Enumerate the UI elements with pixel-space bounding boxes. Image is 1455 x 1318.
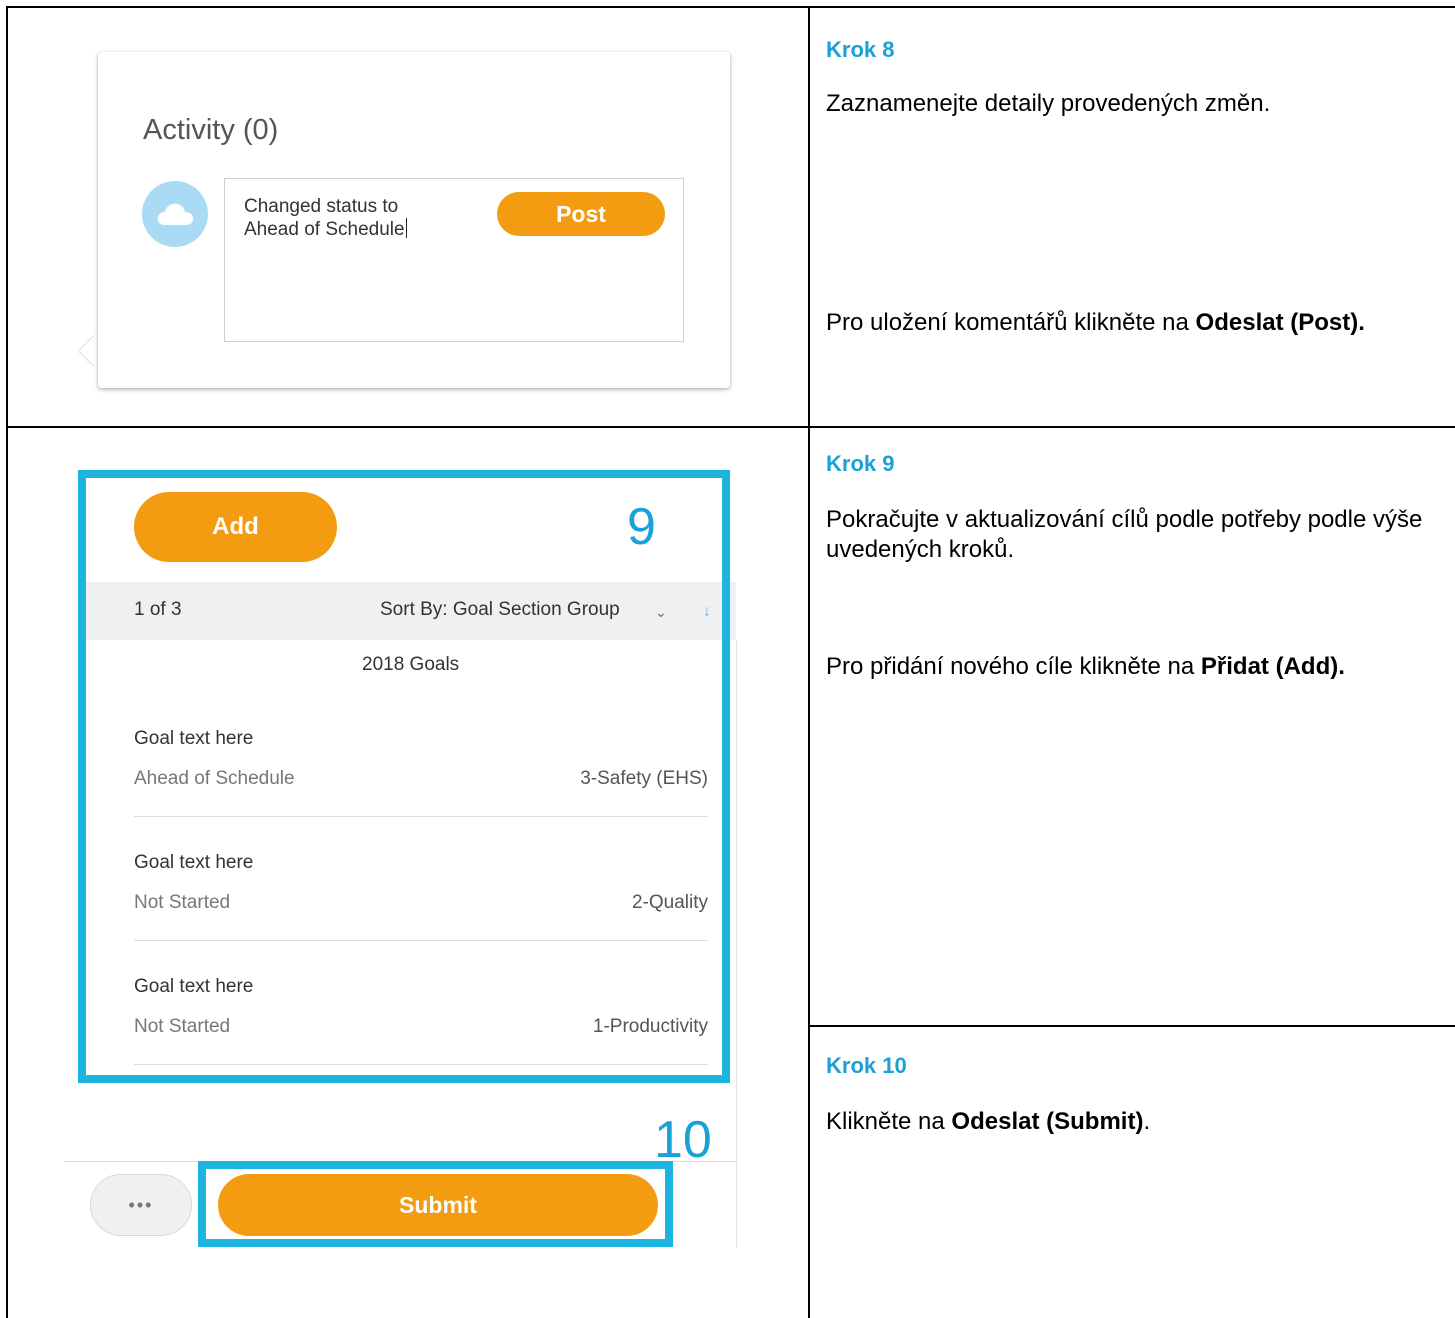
step-8-instruction: Pro uložení komentářů klikněte na Odesla… (826, 308, 1386, 338)
step-9-instruction-prefix: Pro přidání nového cíle klikněte na (826, 653, 1201, 680)
step-9-instruction-bold: Přidat (Add). (1200, 653, 1345, 680)
highlight-box-step-10 (198, 1161, 673, 1247)
comment-text: Changed status to Ahead of Schedule (244, 196, 464, 241)
step-8-instruction-bold: Odeslat (Post). (1195, 309, 1365, 336)
comment-line-2: Ahead of Schedule (244, 218, 464, 241)
table-row-divider-right (808, 1025, 1455, 1027)
step-8-text: Zaznamenejte detaily provedených změn. (826, 90, 1271, 117)
card-pointer-cover (98, 330, 118, 376)
step-10-title: Krok 10 (826, 1053, 907, 1078)
step-8-title: Krok 8 (826, 37, 895, 62)
panel-edge (736, 640, 737, 1248)
table-column-divider (808, 6, 810, 1318)
instruction-document: Activity (0) Changed status to Ahead of … (0, 0, 1455, 1318)
activity-title: Activity (0) (143, 114, 279, 146)
cloud-icon (157, 203, 194, 225)
highlight-box-step-9 (78, 470, 730, 1083)
step-10-text-suffix: . (1143, 1108, 1151, 1135)
more-options-button[interactable]: ••• (90, 1174, 192, 1236)
step-9-instruction: Pro přidání nového cíle klikněte na Přid… (826, 652, 1386, 682)
avatar (142, 181, 208, 247)
step-9-text: Pokračujte v aktualizování cílů podle po… (826, 506, 1423, 563)
comment-line-1: Changed status to (244, 196, 399, 217)
step-10-text-bold: Odeslat (Submit) (951, 1108, 1144, 1135)
post-button[interactable]: Post (497, 192, 665, 236)
step-10-text: Klikněte na Odeslat (Submit). (826, 1107, 1426, 1137)
text-cursor (405, 218, 407, 238)
table-border-top (6, 6, 1455, 8)
step-10-text-prefix: Klikněte na (826, 1108, 952, 1135)
step-8-instruction-prefix: Pro uložení komentářů klikněte na (826, 309, 1196, 336)
table-border-left (6, 6, 8, 1318)
step-9-title: Krok 9 (826, 451, 895, 476)
comment-line-2-text: Ahead of Schedule (244, 219, 405, 240)
table-row-divider (6, 426, 1455, 428)
